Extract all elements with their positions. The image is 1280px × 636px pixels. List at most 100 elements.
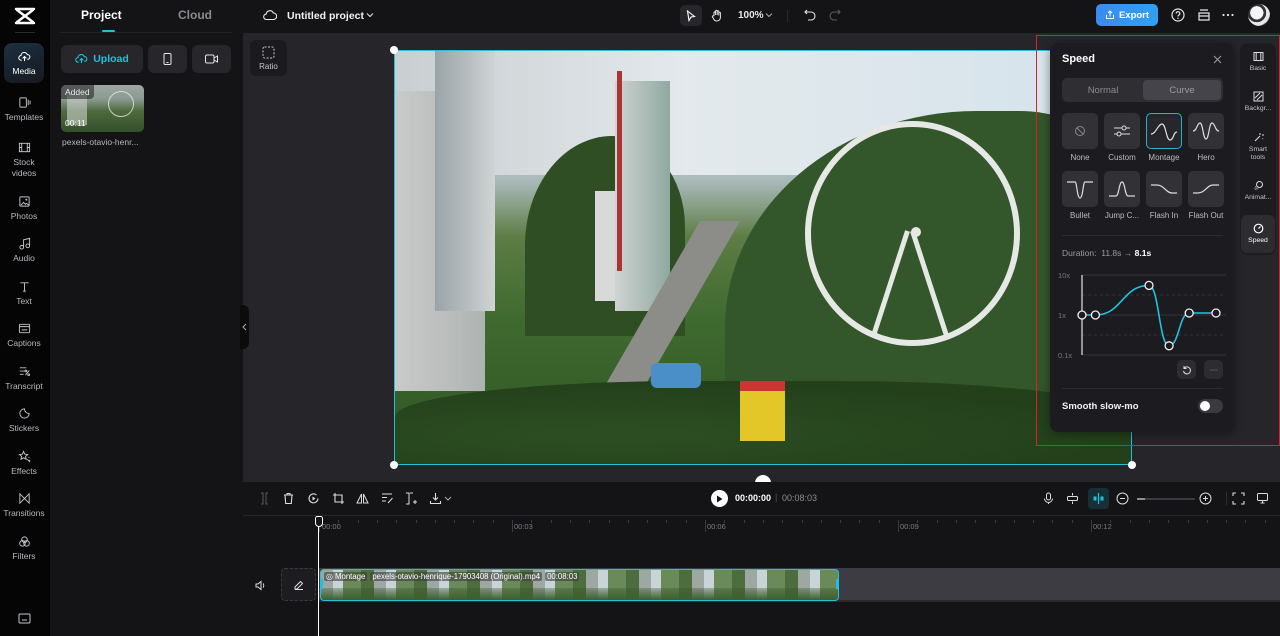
curve-control-point[interactable]	[1077, 310, 1087, 320]
curve-control-point[interactable]	[1164, 341, 1174, 351]
preset-bullet[interactable]: Bullet	[1062, 171, 1098, 220]
collapse-panel-button[interactable]	[240, 305, 249, 349]
time-separator: |	[775, 492, 778, 502]
cover-edit-button[interactable]	[281, 568, 316, 601]
zoom-in-icon[interactable]	[1199, 492, 1212, 505]
rail-item-audio[interactable]: Audio	[4, 237, 44, 264]
curve-control-point[interactable]	[1211, 308, 1221, 318]
snap-toggle-button[interactable]	[1088, 488, 1109, 509]
phone-upload-button[interactable]	[148, 45, 187, 73]
redo-icon[interactable]	[829, 9, 841, 21]
ruler-tick	[473, 520, 475, 523]
resize-handle-bottom-left[interactable]	[390, 461, 398, 469]
preset-flash-in[interactable]: Flash In	[1146, 171, 1182, 220]
rail-item-media[interactable]: Media	[4, 43, 44, 83]
rail-item-label: Stickers	[8, 423, 40, 433]
keyboard-shortcuts-icon[interactable]	[18, 613, 31, 624]
ruler-tick	[1052, 520, 1054, 523]
clip-trim-handle-left[interactable]	[321, 579, 323, 589]
curve-control-point[interactable]	[1144, 280, 1154, 291]
hand-tool-icon[interactable]	[711, 9, 723, 22]
timeline-zoom-slider[interactable]	[1137, 498, 1195, 500]
chevron-down-icon[interactable]	[765, 12, 773, 18]
ruler-tick	[357, 520, 359, 523]
project-title[interactable]: Untitled project	[287, 10, 364, 22]
chevron-down-icon[interactable]	[366, 12, 374, 18]
rail-item-captions[interactable]: Captions	[4, 322, 44, 349]
rail-item-transcript[interactable]: Transcript	[4, 365, 44, 392]
rail-item-stock-videos[interactable]: Stock videos	[4, 141, 44, 179]
record-button[interactable]	[192, 45, 231, 73]
prop-smart-tools[interactable]: Smart tools	[1241, 132, 1275, 162]
delete-icon[interactable]	[282, 492, 295, 505]
media-asset-thumbnail[interactable]: Added 00:11	[61, 85, 144, 132]
preview-display-icon[interactable]	[1256, 492, 1269, 505]
resize-handle-bottom-right[interactable]	[1128, 461, 1136, 469]
user-avatar[interactable]	[1248, 4, 1270, 26]
reset-curve-button[interactable]	[1177, 360, 1196, 379]
rail-item-templates[interactable]: Templates	[4, 96, 44, 123]
select-tool-button[interactable]	[680, 5, 702, 26]
export-button[interactable]: Export	[1096, 4, 1158, 26]
chevron-down-icon[interactable]	[444, 492, 452, 505]
help-icon[interactable]	[1171, 8, 1185, 22]
layers-icon[interactable]	[1197, 8, 1211, 22]
top-bar: Untitled project 100% Export	[243, 0, 1280, 33]
replay-icon[interactable]	[307, 492, 320, 505]
upload-button[interactable]: Upload	[61, 45, 143, 73]
rail-item-text[interactable]: Text	[4, 280, 44, 307]
link-clips-icon[interactable]	[1066, 492, 1079, 505]
freeze-frame-icon[interactable]	[405, 492, 418, 505]
clip-trim-handle-right[interactable]	[836, 579, 838, 589]
speed-curve-editor[interactable]: 10x 1x 0.1x	[1054, 265, 1230, 365]
resize-handle-top-left[interactable]	[390, 46, 398, 54]
preset-montage[interactable]: Montage	[1146, 113, 1182, 162]
ruler-tick	[550, 520, 552, 523]
timeline-ruler[interactable]: 00:00 00:03 00:06 00:09 00:12	[243, 516, 1280, 536]
more-icon[interactable]	[1221, 8, 1235, 22]
mirror-icon[interactable]	[356, 492, 369, 505]
transcript-icon[interactable]	[381, 492, 394, 505]
fullscreen-icon[interactable]	[1232, 492, 1245, 505]
crop-icon[interactable]	[332, 492, 345, 505]
split-icon[interactable]	[258, 492, 271, 505]
preset-hero[interactable]: Hero	[1188, 113, 1224, 162]
zoom-level[interactable]: 100%	[738, 10, 764, 21]
close-icon[interactable]	[1213, 55, 1222, 64]
smooth-slowmo-toggle[interactable]	[1198, 399, 1223, 413]
prop-speed[interactable]: Speed	[1241, 215, 1275, 253]
video-preview[interactable]	[394, 50, 1132, 465]
mode-curve[interactable]: Curve	[1143, 80, 1221, 100]
zoom-out-icon[interactable]	[1116, 492, 1129, 505]
microphone-icon[interactable]	[1042, 492, 1055, 505]
volume-icon[interactable]	[255, 580, 266, 591]
curve-control-point[interactable]	[1090, 310, 1101, 320]
prop-basic[interactable]: Basic	[1241, 51, 1275, 73]
ruler-label: 00:03	[514, 522, 533, 531]
preset-custom[interactable]: Custom	[1104, 113, 1140, 162]
ratio-button[interactable]: Ratio	[250, 40, 287, 76]
download-icon[interactable]	[429, 492, 442, 505]
rail-item-label: Filters	[12, 551, 36, 561]
tab-cloud[interactable]: Cloud	[178, 8, 212, 22]
preset-jump-cut[interactable]: Jump C...	[1104, 171, 1140, 220]
rail-item-effects[interactable]: Effects	[4, 450, 44, 477]
undo-icon[interactable]	[804, 9, 816, 21]
preset-none[interactable]: None	[1062, 113, 1098, 162]
rail-item-filters[interactable]: Filters	[4, 535, 44, 562]
playhead-handle[interactable]	[315, 516, 323, 527]
clip-effect: Montage	[334, 572, 366, 581]
tab-project[interactable]: Project	[81, 8, 122, 22]
rail-item-photos[interactable]: Photos	[4, 195, 44, 222]
remove-point-button[interactable]	[1204, 360, 1223, 379]
rail-item-transitions[interactable]: Transitions	[3, 492, 45, 519]
rail-item-stickers[interactable]: Stickers	[4, 407, 44, 434]
preset-flash-out[interactable]: Flash Out	[1188, 171, 1224, 220]
cloud-sync-icon[interactable]	[263, 9, 277, 21]
video-clip[interactable]: ◎ Montage pexels-otavio-henrique-1790340…	[320, 569, 839, 601]
prop-background[interactable]: Backgr...	[1241, 91, 1275, 113]
prop-animation[interactable]: Animat...	[1241, 180, 1275, 202]
mode-normal[interactable]: Normal	[1064, 80, 1142, 100]
play-button[interactable]	[711, 490, 728, 507]
curve-control-point[interactable]	[1184, 308, 1194, 318]
